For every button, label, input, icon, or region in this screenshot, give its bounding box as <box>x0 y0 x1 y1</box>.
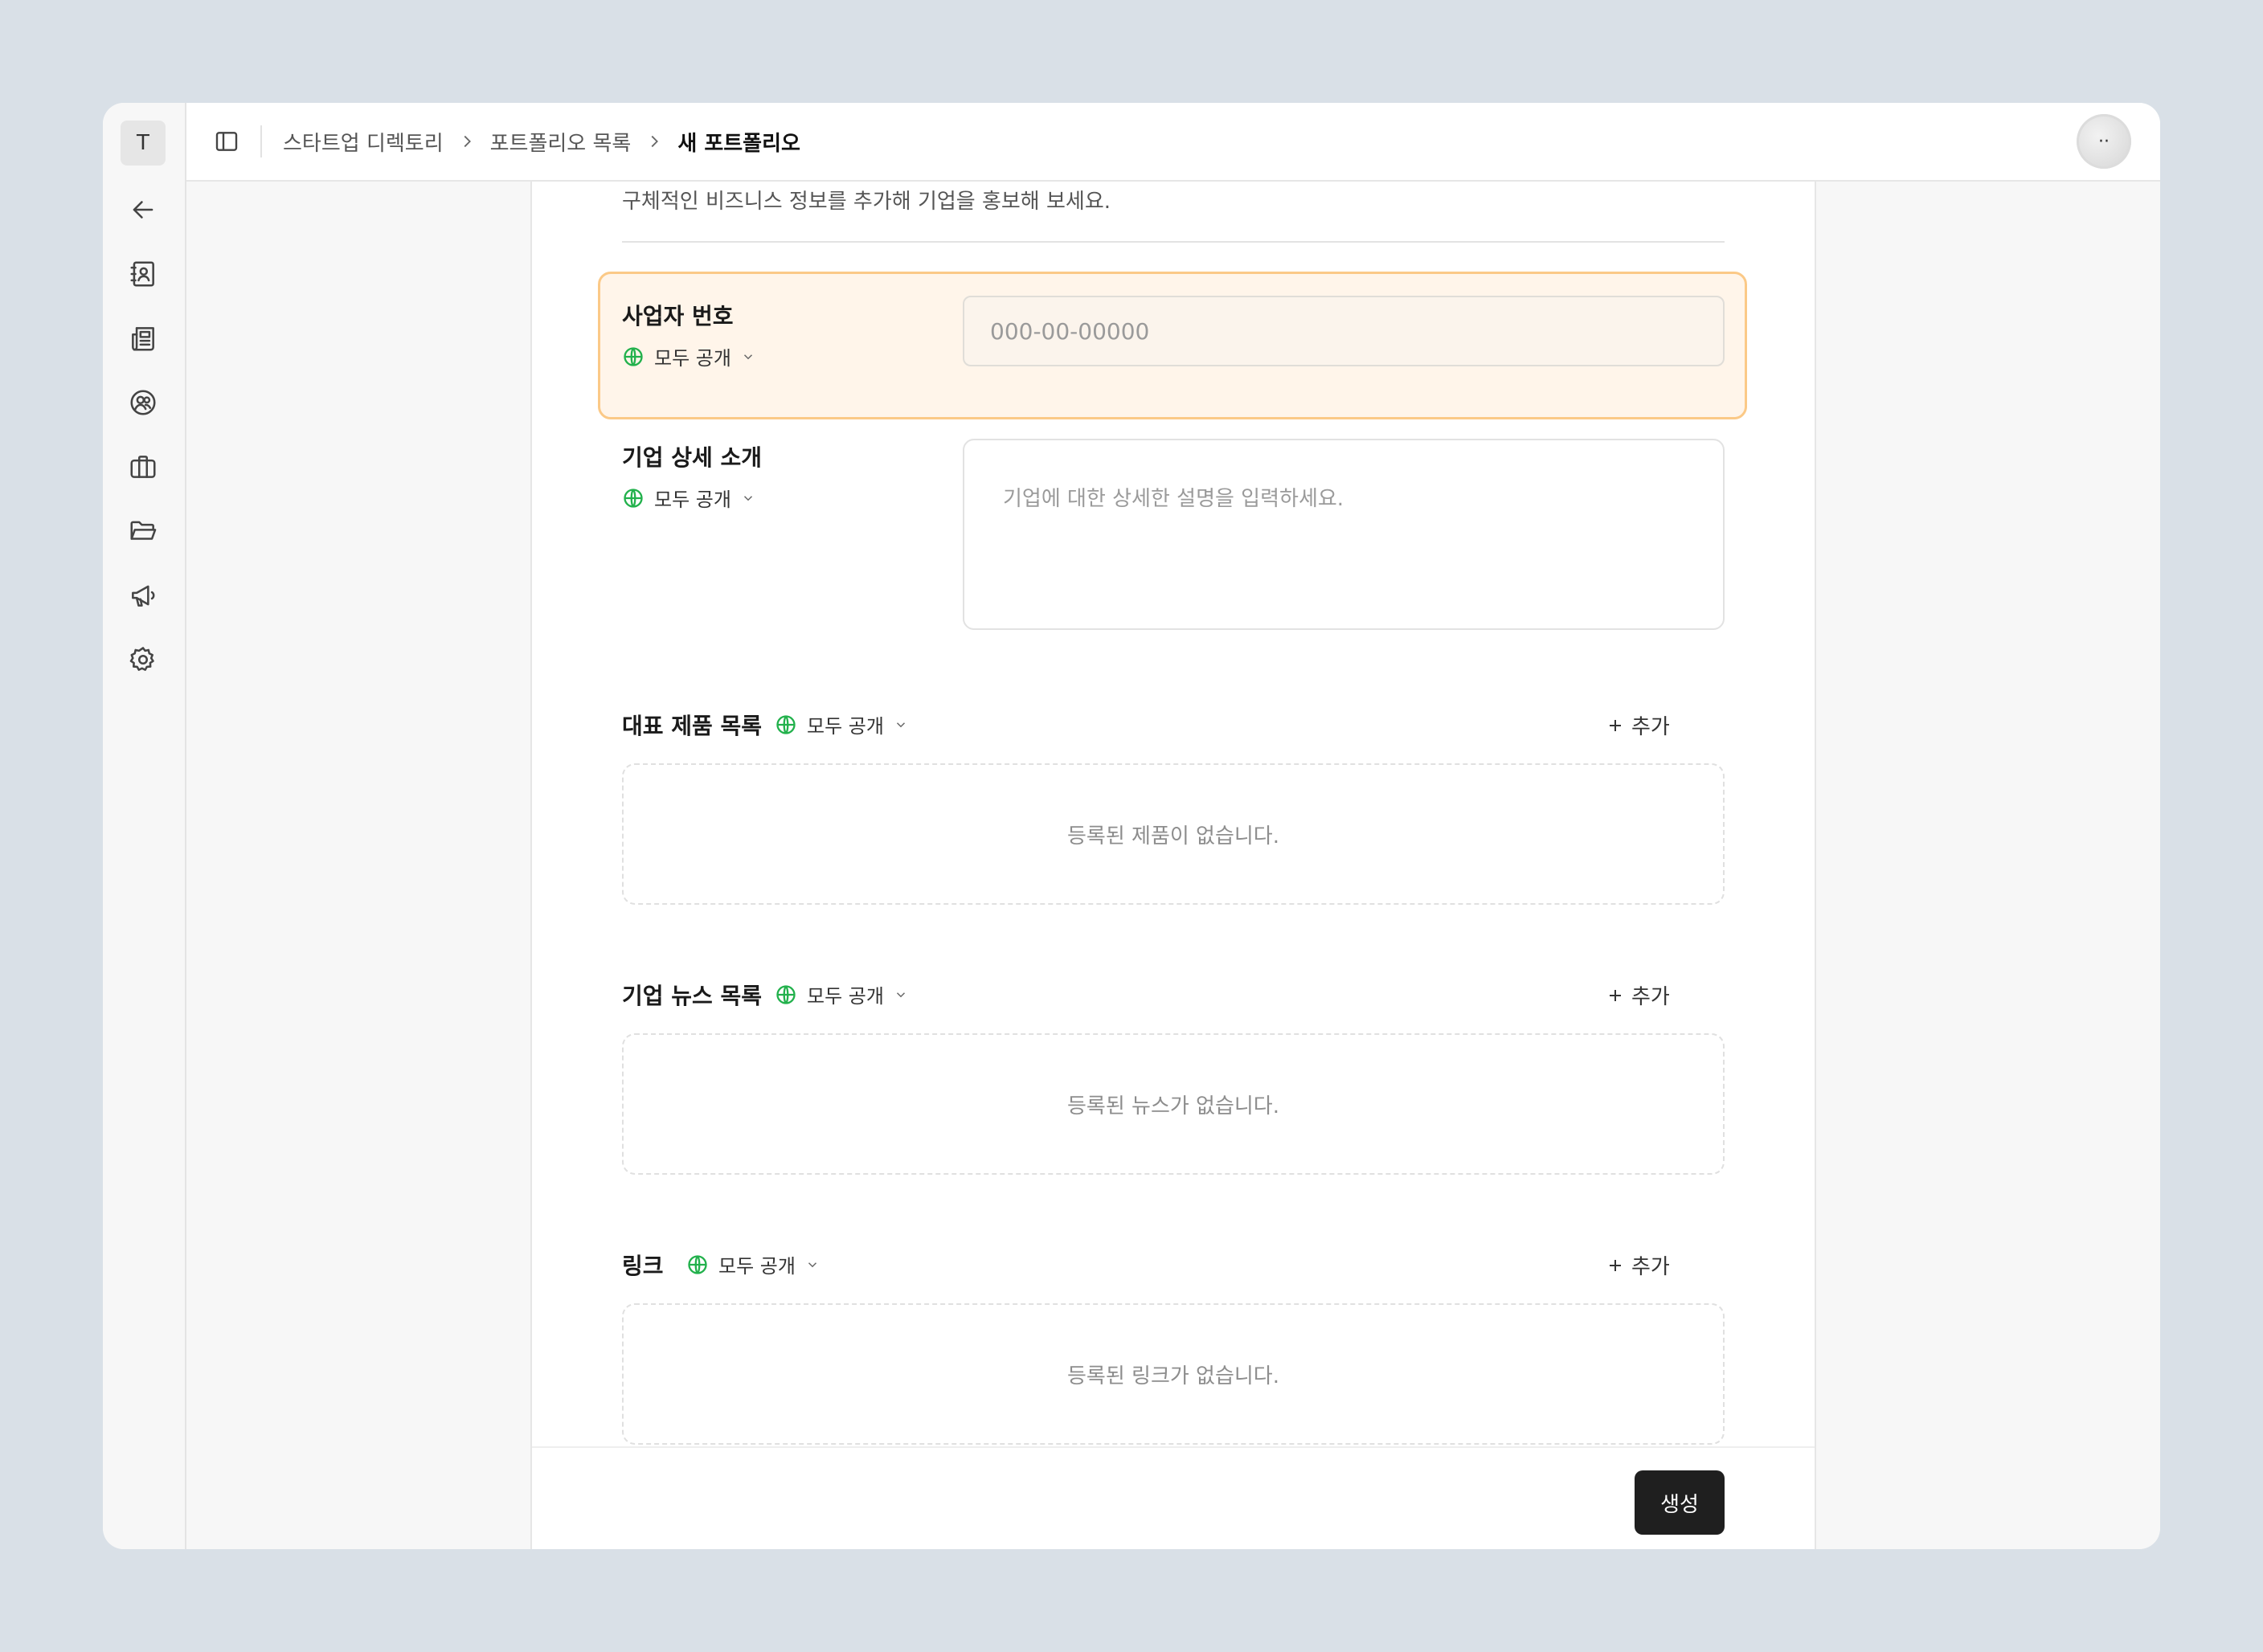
plus-icon <box>1610 1259 1621 1271</box>
visibility-label: 모두 공개 <box>807 985 884 1008</box>
globe-icon <box>686 1253 709 1276</box>
breadcrumb: 스타트업 디렉토리 포트폴리오 목록 새 포트폴리오 <box>283 103 800 180</box>
create-button[interactable]: 생성 <box>1635 1470 1725 1535</box>
globe-icon <box>622 487 645 509</box>
globe-icon <box>775 714 797 736</box>
business-number-input[interactable] <box>963 296 1725 366</box>
globe-icon <box>775 983 797 1006</box>
add-product-button[interactable]: 추가 <box>1606 710 1670 740</box>
user-avatar[interactable]: ·· <box>2077 114 2131 169</box>
news-visibility-dropdown[interactable]: 모두 공개 <box>775 980 908 1008</box>
sidebar-toggle-icon[interactable] <box>211 125 243 157</box>
chevron-down-icon <box>741 491 755 505</box>
chevron-down-icon <box>805 1257 820 1272</box>
chevron-down-icon <box>741 350 755 364</box>
company-detail-visibility-dropdown[interactable]: 모두 공개 <box>622 484 755 512</box>
add-link-button[interactable]: 추가 <box>1606 1250 1670 1280</box>
company-detail-textarea[interactable] <box>963 439 1725 630</box>
breadcrumb-new-portfolio: 새 포트폴리오 <box>677 131 800 156</box>
visibility-label: 모두 공개 <box>654 489 731 511</box>
top-header: 스타트업 디렉토리 포트폴리오 목록 새 포트폴리오 ·· <box>186 103 2160 182</box>
main-content: 구체적인 비즈니스 정보를 추가해 기업을 홍보해 보세요. 사업자 번호 모두… <box>186 182 2160 1549</box>
news-empty-state: 등록된 뉴스가 없습니다. <box>622 1033 1725 1175</box>
company-detail-label: 기업 상세 소개 <box>622 444 763 471</box>
newspaper-icon[interactable] <box>125 320 162 357</box>
products-empty-state: 등록된 제품이 없습니다. <box>622 763 1725 905</box>
users-circle-icon[interactable] <box>125 384 162 421</box>
add-label: 추가 <box>1631 1255 1670 1279</box>
chevron-down-icon <box>894 718 908 732</box>
plus-icon <box>1610 719 1621 731</box>
back-arrow-icon[interactable] <box>125 191 162 228</box>
breadcrumb-portfolio-list[interactable]: 포트폴리오 목록 <box>490 127 632 157</box>
plus-icon <box>1610 989 1621 1001</box>
divider <box>622 241 1725 243</box>
chevron-down-icon <box>894 988 908 1002</box>
visibility-label: 모두 공개 <box>654 347 731 370</box>
links-visibility-dropdown[interactable]: 모두 공개 <box>686 1250 820 1278</box>
globe-icon <box>622 346 645 368</box>
links-empty-state: 등록된 링크가 없습니다. <box>622 1303 1725 1445</box>
products-label: 대표 제품 목록 <box>622 713 763 739</box>
visibility-label: 모두 공개 <box>718 1255 796 1278</box>
add-news-button[interactable]: 추가 <box>1606 980 1670 1010</box>
gear-icon[interactable] <box>125 641 162 678</box>
form-footer: 생성 <box>532 1446 1815 1549</box>
app-window: T 스타트업 디렉토리 포트폴리오 목록 새 포트폴리오 ·· 구체적인 비즈니… <box>103 103 2160 1549</box>
news-label: 기업 뉴스 목록 <box>622 983 763 1009</box>
chevron-right-icon <box>458 133 476 150</box>
products-visibility-dropdown[interactable]: 모두 공개 <box>775 710 908 738</box>
visibility-label: 모두 공개 <box>807 715 884 738</box>
contact-book-icon[interactable] <box>125 256 162 292</box>
links-label: 링크 <box>622 1253 664 1279</box>
workspace-avatar[interactable]: T <box>121 121 166 166</box>
header-divider <box>260 125 262 157</box>
megaphone-icon[interactable] <box>125 577 162 614</box>
sidebar: T <box>103 103 186 1549</box>
business-number-label: 사업자 번호 <box>622 303 734 329</box>
breadcrumb-startup-directory[interactable]: 스타트업 디렉토리 <box>283 127 444 157</box>
portfolio-form: 구체적인 비즈니스 정보를 추가해 기업을 홍보해 보세요. 사업자 번호 모두… <box>530 182 1816 1549</box>
chevron-right-icon <box>645 133 663 150</box>
briefcase-icon[interactable] <box>125 448 162 485</box>
add-label: 추가 <box>1631 985 1670 1009</box>
add-label: 추가 <box>1631 715 1670 739</box>
form-description: 구체적인 비즈니스 정보를 추가해 기업을 홍보해 보세요. <box>622 190 1111 214</box>
folder-open-icon[interactable] <box>125 513 162 550</box>
business-number-visibility-dropdown[interactable]: 모두 공개 <box>622 342 755 370</box>
